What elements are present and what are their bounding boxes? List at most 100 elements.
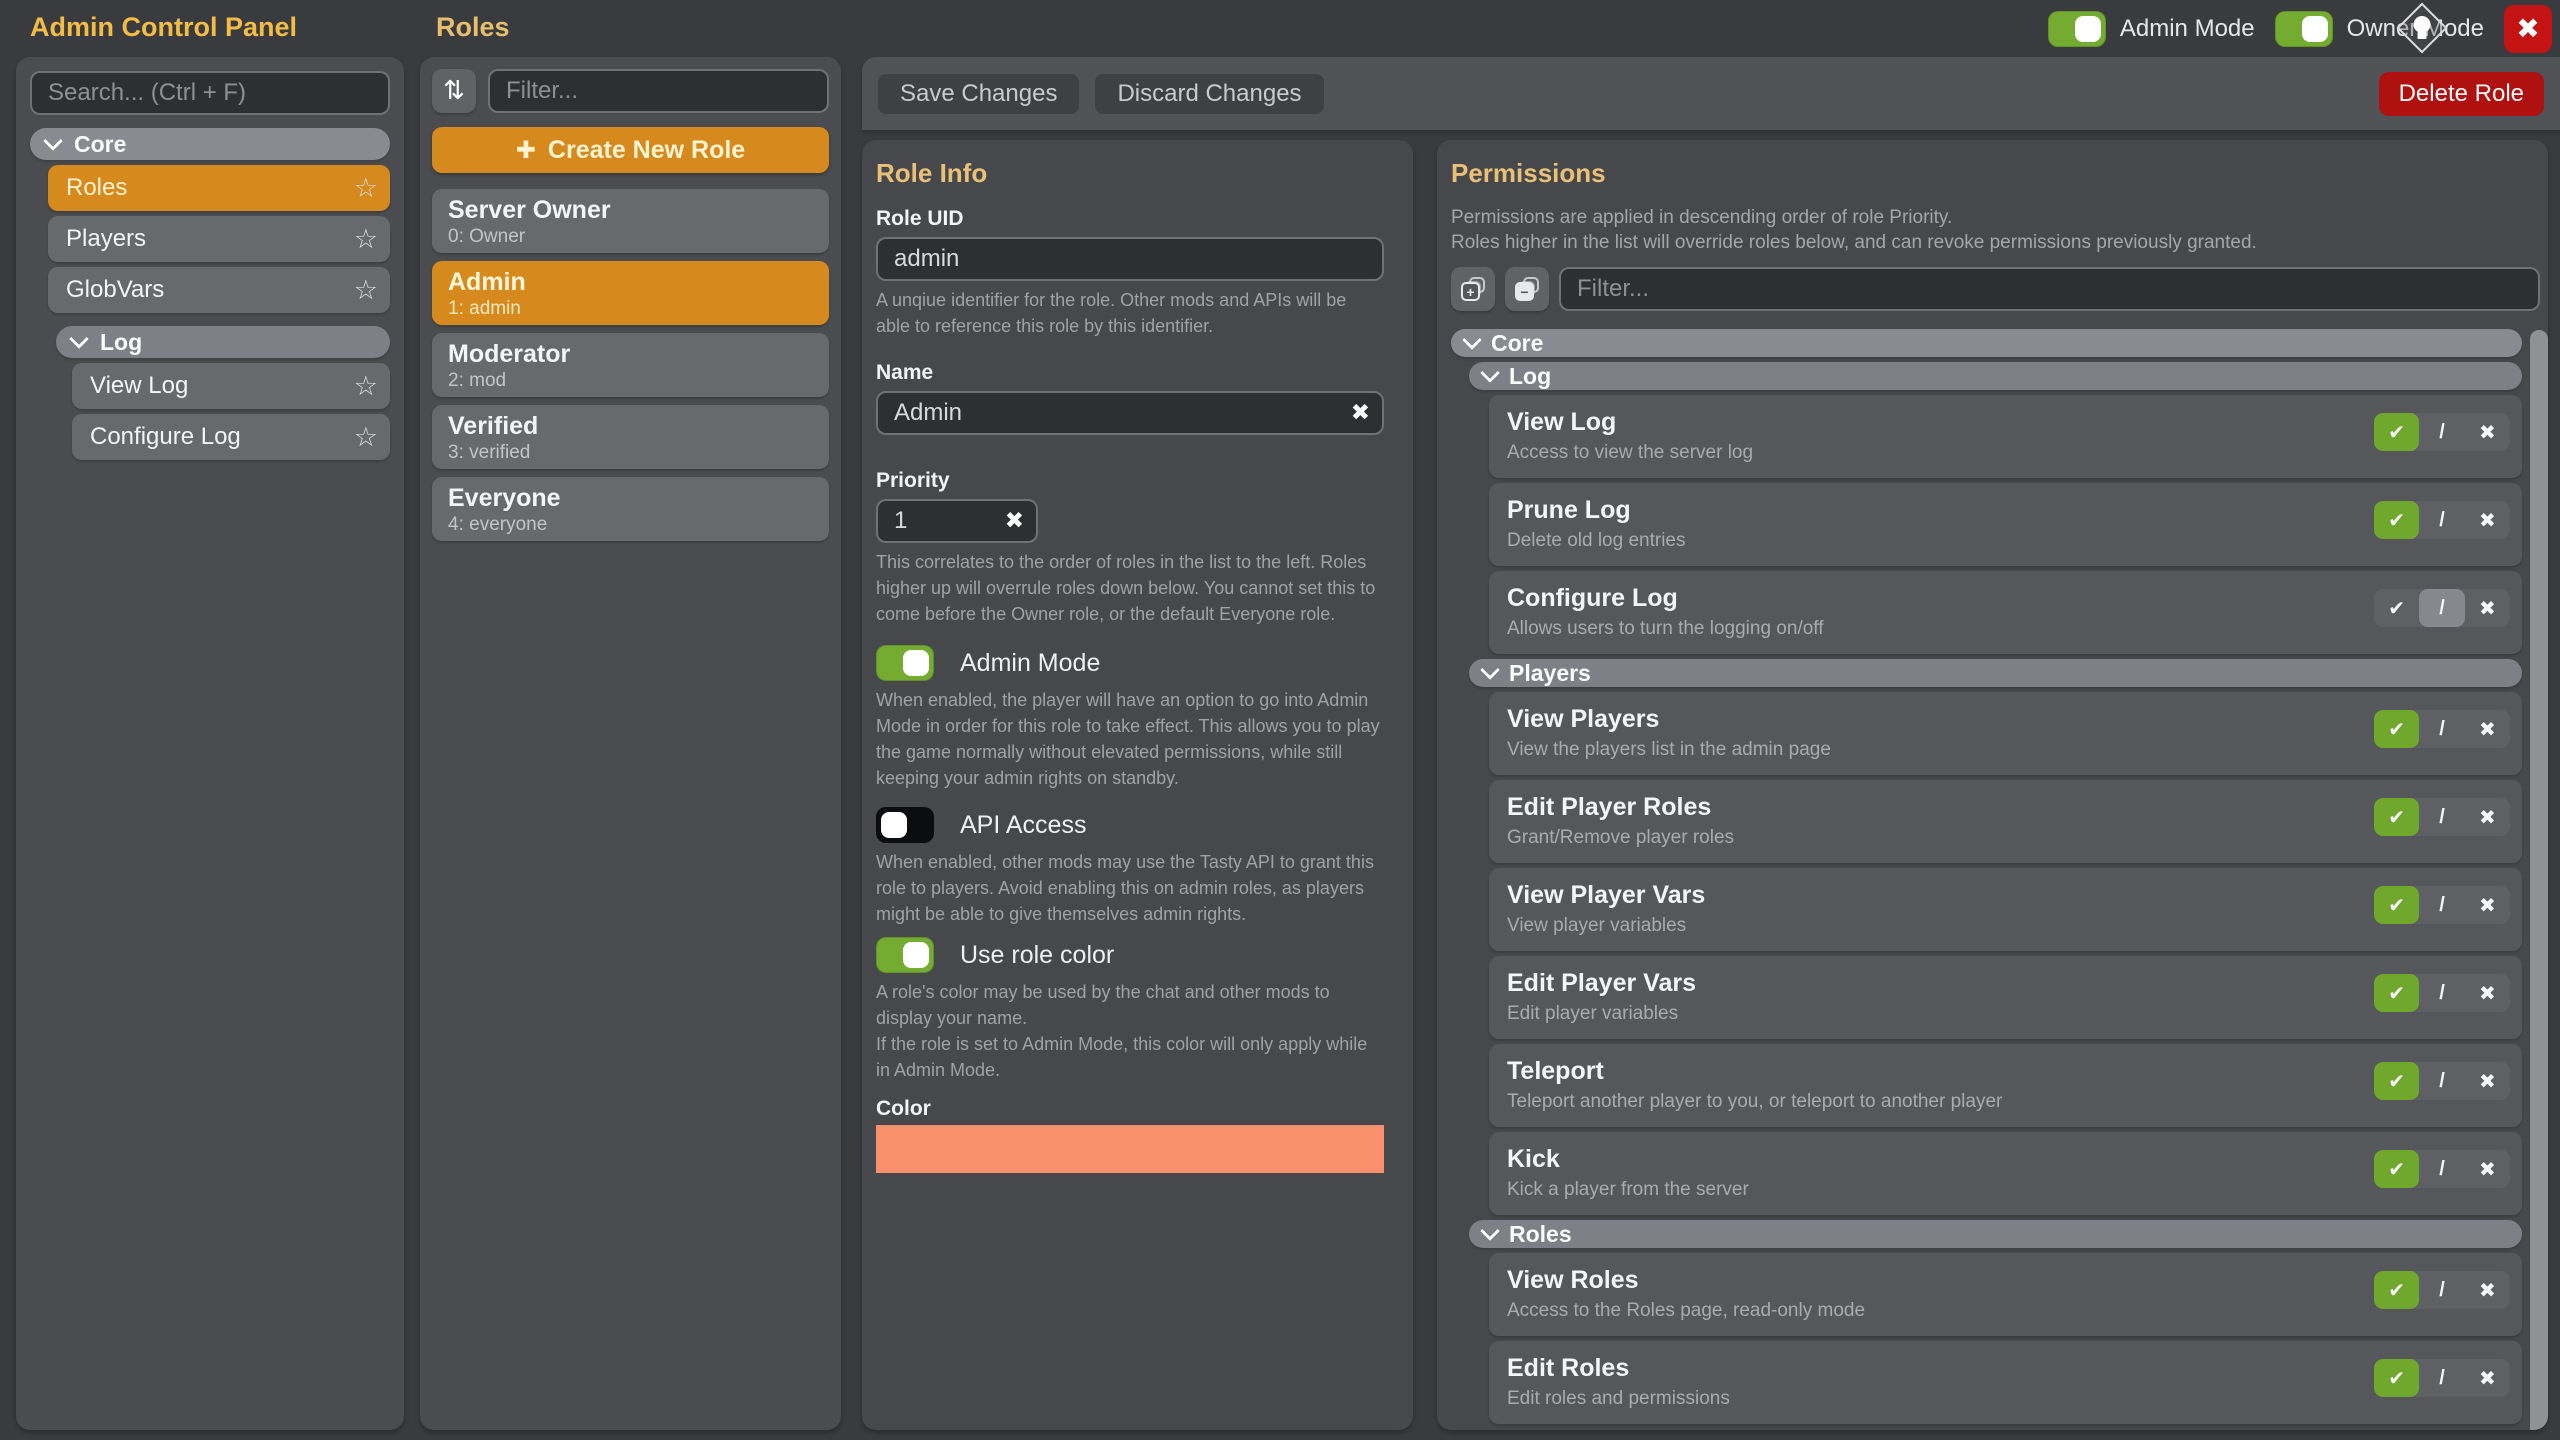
sidebar-item-globvars[interactable]: GlobVars ☆ (48, 267, 390, 313)
passthrough-slash-icon[interactable]: / (2419, 1062, 2464, 1100)
perm-group-players[interactable]: Players (1469, 659, 2522, 687)
allow-check-icon[interactable]: ✔ (2374, 886, 2419, 924)
deny-x-icon[interactable]: ✖ (2465, 413, 2510, 451)
permissions-panel: Permissions Permissions are applied in d… (1437, 140, 2548, 1430)
passthrough-slash-icon[interactable]: / (2419, 1359, 2464, 1397)
search-input[interactable] (30, 71, 390, 115)
passthrough-slash-icon[interactable]: / (2419, 501, 2464, 539)
passthrough-slash-icon[interactable]: / (2419, 413, 2464, 451)
permission-desc: Access to view the server log (1507, 442, 2352, 464)
clear-input-icon[interactable]: ✖ (1005, 508, 1024, 534)
owner-mode-label: Owner Mode (2347, 15, 2484, 43)
chevron-down-icon (43, 131, 63, 151)
swap-vertical-icon: ⇅ (443, 76, 465, 106)
permission-title: Edit Player Vars (1507, 969, 2352, 998)
favorite-star-icon[interactable]: ☆ (354, 173, 378, 204)
passthrough-slash-icon[interactable]: / (2419, 974, 2464, 1012)
create-new-role-button[interactable]: ✚ Create New Role (432, 127, 829, 173)
reorder-roles-button[interactable]: ⇅ (432, 69, 476, 113)
role-admin-mode-toggle[interactable] (876, 645, 934, 681)
admin-mode-toggle[interactable] (2048, 11, 2106, 47)
close-button[interactable]: ✖ (2504, 5, 2552, 53)
passthrough-slash-icon[interactable]: / (2419, 1150, 2464, 1188)
permission-state-control: ✔ / ✖ (2374, 798, 2510, 836)
permission-state-control: ✔ / ✖ (2374, 886, 2510, 924)
role-list-item-everyone[interactable]: Everyone 4: everyone (432, 477, 829, 541)
deny-x-icon[interactable]: ✖ (2465, 974, 2510, 1012)
sidebar-section-log[interactable]: Log (56, 326, 390, 358)
role-uid-input[interactable] (876, 237, 1384, 281)
api-access-toggle[interactable] (876, 807, 934, 843)
deny-x-icon[interactable]: ✖ (2465, 886, 2510, 924)
deny-x-icon[interactable]: ✖ (2465, 798, 2510, 836)
deny-x-icon[interactable]: ✖ (2465, 501, 2510, 539)
setting-label: Admin Mode (960, 649, 1100, 678)
perm-group-roles[interactable]: Roles (1469, 1220, 2522, 1248)
permission-row-prune-log: Prune Log Delete old log entries ✔ / ✖ (1489, 483, 2522, 566)
favorite-star-icon[interactable]: ☆ (354, 224, 378, 255)
favorite-star-icon[interactable]: ☆ (354, 275, 378, 306)
deny-x-icon[interactable]: ✖ (2465, 1359, 2510, 1397)
plus-icon: ✚ (516, 136, 536, 164)
roles-filter-input[interactable] (488, 69, 829, 113)
passthrough-slash-icon[interactable]: / (2419, 798, 2464, 836)
role-list-item-server-owner[interactable]: Server Owner 0: Owner (432, 189, 829, 253)
sidebar-section-core[interactable]: Core (30, 128, 390, 160)
save-changes-button[interactable]: Save Changes (878, 74, 1079, 114)
favorite-star-icon[interactable]: ☆ (354, 422, 378, 453)
passthrough-slash-icon[interactable]: / (2419, 710, 2464, 748)
perm-group-log[interactable]: Log (1469, 362, 2522, 390)
passthrough-slash-icon[interactable]: / (2419, 886, 2464, 924)
permissions-filter-input[interactable] (1559, 267, 2540, 311)
permission-row-view-players: View Players View the players list in th… (1489, 692, 2522, 775)
toggle-knob (881, 812, 907, 838)
role-name-input[interactable] (876, 391, 1384, 435)
owner-mode-toggle[interactable] (2275, 11, 2333, 47)
permission-title: Edit Roles (1507, 1354, 2352, 1383)
passthrough-slash-icon[interactable]: / (2419, 1271, 2464, 1309)
sidebar-item-view-log[interactable]: View Log ☆ (72, 363, 390, 409)
allow-check-icon[interactable]: ✔ (2374, 1359, 2419, 1397)
allow-check-icon[interactable]: ✔ (2374, 589, 2419, 627)
deny-x-icon[interactable]: ✖ (2465, 1150, 2510, 1188)
permissions-scrollbar[interactable] (2530, 330, 2548, 1430)
deny-x-icon[interactable]: ✖ (2465, 1271, 2510, 1309)
passthrough-slash-icon[interactable]: / (2419, 589, 2464, 627)
collapse-all-button[interactable]: − (1505, 267, 1549, 311)
deny-x-icon[interactable]: ✖ (2465, 1062, 2510, 1100)
allow-check-icon[interactable]: ✔ (2374, 798, 2419, 836)
color-label: Color (876, 1097, 1384, 1121)
role-list-item-moderator[interactable]: Moderator 2: mod (432, 333, 829, 397)
permission-state-control: ✔ / ✖ (2374, 1359, 2510, 1397)
permission-title: Kick (1507, 1145, 2352, 1174)
clear-input-icon[interactable]: ✖ (1351, 400, 1370, 426)
api-access-setting: API Access (876, 807, 1384, 843)
discard-changes-button[interactable]: Discard Changes (1095, 74, 1323, 114)
deny-x-icon[interactable]: ✖ (2465, 589, 2510, 627)
expand-all-button[interactable]: + (1451, 267, 1495, 311)
role-list-item-verified[interactable]: Verified 3: verified (432, 405, 829, 469)
role-color-swatch[interactable] (876, 1125, 1384, 1173)
allow-check-icon[interactable]: ✔ (2374, 1150, 2419, 1188)
permission-title: View Players (1507, 705, 2352, 734)
use-role-color-toggle[interactable] (876, 937, 934, 973)
role-list-item-admin[interactable]: Admin 1: admin (432, 261, 829, 325)
priority-label: Priority (876, 469, 1384, 493)
sidebar-item-players[interactable]: Players ☆ (48, 216, 390, 262)
allow-check-icon[interactable]: ✔ (2374, 710, 2419, 748)
allow-check-icon[interactable]: ✔ (2374, 1062, 2419, 1100)
delete-role-button[interactable]: Delete Role (2379, 72, 2544, 116)
favorite-star-icon[interactable]: ☆ (354, 371, 378, 402)
api-access-help: When enabled, other mods may use the Tas… (876, 849, 1384, 927)
perm-group-core[interactable]: Core (1451, 329, 2522, 357)
allow-check-icon[interactable]: ✔ (2374, 413, 2419, 451)
allow-check-icon[interactable]: ✔ (2374, 974, 2419, 1012)
sidebar-item-configure-log[interactable]: Configure Log ☆ (72, 414, 390, 460)
setting-label: Use role color (960, 941, 1114, 970)
deny-x-icon[interactable]: ✖ (2465, 710, 2510, 748)
admin-mode-setting: Admin Mode (876, 645, 1384, 681)
permission-desc: View player variables (1507, 915, 2352, 937)
sidebar-item-roles[interactable]: Roles ☆ (48, 165, 390, 211)
allow-check-icon[interactable]: ✔ (2374, 501, 2419, 539)
allow-check-icon[interactable]: ✔ (2374, 1271, 2419, 1309)
